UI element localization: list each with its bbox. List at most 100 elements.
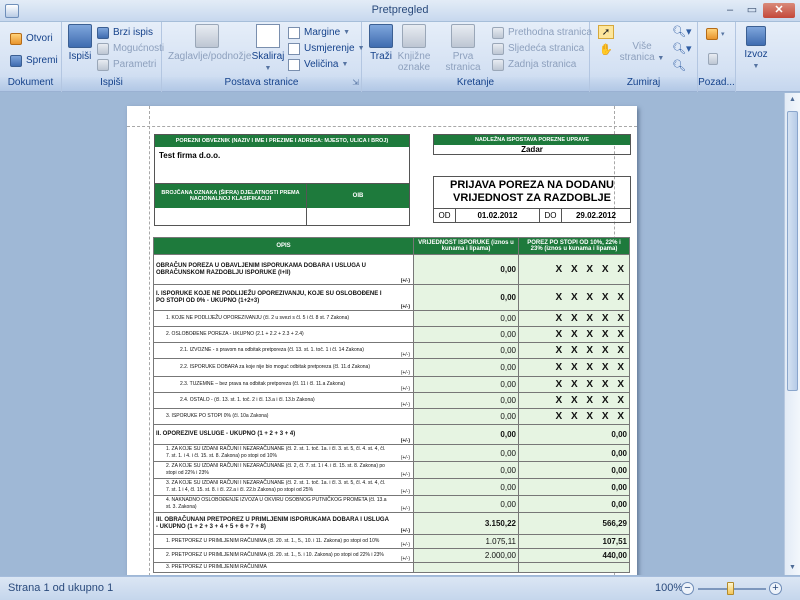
row-description: I. ISPORUKE KOJE NE PODLIJEŽU OPOREZIVAN… xyxy=(153,284,414,311)
firma-name: Test firma d.o.o. xyxy=(159,151,221,160)
prva-stranica-button[interactable]: Prva stranica xyxy=(436,24,490,73)
col-porez-header: POREZ PO STOPI OD 10%, 22% i 23% (iznos … xyxy=(518,237,630,255)
ribbon: Otvori Spremi Dokument Ispiši Brzi ispis… xyxy=(0,22,800,92)
zoom-slider-thumb[interactable] xyxy=(727,582,734,595)
pointer-tool-icon[interactable]: ➚ xyxy=(598,25,614,39)
group-label-ispisi: Ispiši xyxy=(62,77,161,91)
sljedeca-stranica-button[interactable]: Sljedeća stranica xyxy=(492,41,584,56)
row-value: 0,00 xyxy=(413,254,519,285)
row-description: 2.1. IZVOZNE - s pravom na odbitak pretp… xyxy=(153,342,414,359)
oib-header: OIB xyxy=(306,184,409,208)
col-vrijednost-header: VRIJEDNOST ISPORUKE (iznos u kunama i li… xyxy=(413,237,519,255)
page-color-icon[interactable] xyxy=(706,28,718,40)
row-value: 0,00 xyxy=(413,408,519,425)
row-tax: 0,00 xyxy=(518,478,630,496)
row-description: 2.2. ISPORUKE DOBARA za koje nije bio mo… xyxy=(153,358,414,377)
previous-page-icon xyxy=(492,26,504,39)
row-tax: 0,00 xyxy=(518,424,630,445)
obveznik-header: POREZNI OBVEZNIK (NAZIV I IME I PREZIME … xyxy=(155,135,409,147)
row-text: III. OBRAČUNANI PRETPOREZ U PRIMLJENIM I… xyxy=(156,516,389,530)
table-row: 2.3. TUZEMNE – bez prava na odbitak pret… xyxy=(153,376,630,393)
row-text: 2.2. ISPORUKE DOBARA za koje nije bio mo… xyxy=(180,364,370,370)
table-row: 1. PRETPOREZ U PRIMLJENIM RAČUNIMA (čl. … xyxy=(153,534,630,549)
row-tax: 566,29 xyxy=(518,512,630,535)
chevron-down-icon: ▼ xyxy=(657,55,665,62)
row-text: 1. PRETPOREZ U PRIMLJENIM RAČUNIMA (čl. … xyxy=(166,538,380,544)
zoom-out-button[interactable]: − xyxy=(681,582,694,595)
obracun-rows: OBRAČUN POREZA U OBAVLJENIM ISPORUKAMA D… xyxy=(153,254,630,573)
row-text: 3. PRETPOREZ U PRIMLJENIM RAČUNIMA xyxy=(166,564,267,570)
chevron-down-icon[interactable]: ▾ xyxy=(721,30,725,38)
spremi-button[interactable]: Spremi xyxy=(10,53,58,68)
minimize-button[interactable]: – xyxy=(719,3,741,18)
row-tax: X X X X X xyxy=(518,342,630,359)
brzi-ispis-button[interactable]: Brzi ispis xyxy=(97,25,153,40)
header-footer-icon xyxy=(195,24,219,48)
zoom-in-button[interactable]: + xyxy=(769,582,782,595)
row-value: 0,00 xyxy=(413,310,519,327)
zaglavlje-podnozje-button[interactable]: Zaglavlje/podnožje xyxy=(168,24,251,62)
hand-tool-icon[interactable]: ✋ xyxy=(598,43,614,57)
skaliraj-button[interactable]: Skaliraj ▼ xyxy=(248,24,288,74)
vise-stranica-button[interactable]: Više stranica ▼ xyxy=(614,41,670,64)
group-label-pozadina: Pozad... xyxy=(698,77,735,91)
dialog-launcher-icon[interactable]: ⇲ xyxy=(352,78,359,87)
zoom-out-icon[interactable]: 🔍︎▾ xyxy=(672,25,692,38)
knjizne-oznake-button[interactable]: Knjižne oznake xyxy=(396,24,432,73)
row-description: III. OBRAČUNANI PRETPOREZ U PRIMLJENIM I… xyxy=(153,512,414,535)
row-text: II. OPOREZIVE USLUGE - UKUPNO (1 + 2 + 3… xyxy=(156,431,296,437)
margine-button[interactable]: Margine ▼ xyxy=(288,25,350,40)
zoom-level: 100% xyxy=(655,582,684,594)
sign-indicator: (+/-) xyxy=(400,304,410,310)
prijava-title-2: VRIJEDNOST ZA RAZDOBLJE xyxy=(453,192,611,204)
row-text: 4. NAKNADNO OSLOBOĐENJE IZVOZA U OKVIRU … xyxy=(166,497,387,510)
table-row: 2.1. IZVOZNE - s pravom na odbitak pretp… xyxy=(153,342,630,359)
bookmarks-icon xyxy=(402,24,426,48)
row-value: 2.000,00 xyxy=(413,548,519,563)
sign-indicator: (+/-) xyxy=(400,472,410,478)
close-button[interactable]: ✕ xyxy=(763,3,795,18)
last-page-icon xyxy=(492,58,504,71)
watermark-icon[interactable] xyxy=(708,53,718,65)
velicina-button[interactable]: Veličina ▼ xyxy=(288,57,348,72)
prethodna-stranica-button[interactable]: Prethodna stranica xyxy=(492,25,592,40)
group-ispisi: Ispiši Brzi ispis Mogućnosti Parametri I… xyxy=(62,22,164,92)
margin-guide-top xyxy=(127,126,637,127)
mogucnosti-button[interactable]: Mogućnosti xyxy=(97,41,164,56)
trazi-button[interactable]: Traži xyxy=(366,24,396,62)
zoom-in-icon[interactable]: 🔍︎▾ xyxy=(672,42,692,55)
otvori-button[interactable]: Otvori xyxy=(10,31,53,46)
ispisi-button[interactable]: Ispiši xyxy=(66,24,94,62)
sign-indicator: (+/-) xyxy=(400,278,410,284)
table-row: 2. ZA KOJE SU IZDANI RAČUNI I NEZARAČUNA… xyxy=(153,461,630,479)
row-value: 0,00 xyxy=(413,342,519,359)
scroll-up-icon[interactable]: ▲ xyxy=(785,93,800,107)
row-tax: X X X X X xyxy=(518,408,630,425)
window-titlebar: Pretpregled – ▭ ✕ xyxy=(0,0,800,22)
table-row: I. ISPORUKE KOJE NE PODLIJEŽU OPOREZIVAN… xyxy=(153,284,630,311)
row-value: 0,00 xyxy=(413,495,519,513)
maximize-button[interactable]: ▭ xyxy=(741,3,763,18)
row-value: 0,00 xyxy=(413,284,519,311)
parametri-button[interactable]: Parametri xyxy=(97,57,156,72)
group-izvoz: Izvoz ▼ xyxy=(736,22,776,92)
row-text: 2.3. TUZEMNE – bez prava na odbitak pret… xyxy=(180,381,346,387)
sign-indicator: (+/-) xyxy=(400,370,410,376)
orientation-icon xyxy=(288,42,300,55)
preview-workspace[interactable]: POREZNI OBVEZNIK (NAZIV I IME I PREZIME … xyxy=(0,93,784,575)
scrollbar-thumb[interactable] xyxy=(787,111,798,391)
row-text: 1. ZA KOJE SU IZDANI RAČUNI I NEZARAČUNA… xyxy=(166,446,386,459)
group-label-zumiraj: Zumiraj xyxy=(590,77,697,91)
uprava-header: NADLEŽNA ISPOSTAVA POREZNE UPRAVE xyxy=(434,135,630,145)
zoom-fit-icon[interactable]: 🔍︎ xyxy=(672,59,686,72)
table-row: III. OBRAČUNANI PRETPOREZ U PRIMLJENIM I… xyxy=(153,512,630,535)
zadnja-stranica-button[interactable]: Zadnja stranica xyxy=(492,57,576,72)
scroll-down-icon[interactable]: ▼ xyxy=(785,561,800,575)
vertical-scrollbar[interactable]: ▲ ▼ xyxy=(784,93,800,575)
period-od: 01.02.2012 xyxy=(456,209,540,222)
prijava-title-1: PRIJAVA POREZA NA DODANU xyxy=(450,179,614,191)
row-description: 2.3. TUZEMNE – bez prava na odbitak pret… xyxy=(153,376,414,393)
table-row: 3. PRETPOREZ U PRIMLJENIM RAČUNIMA xyxy=(153,562,630,573)
izvoz-button[interactable]: Izvoz ▼ xyxy=(740,26,772,72)
usmjerenje-button[interactable]: Usmjerenje ▼ xyxy=(288,41,365,56)
